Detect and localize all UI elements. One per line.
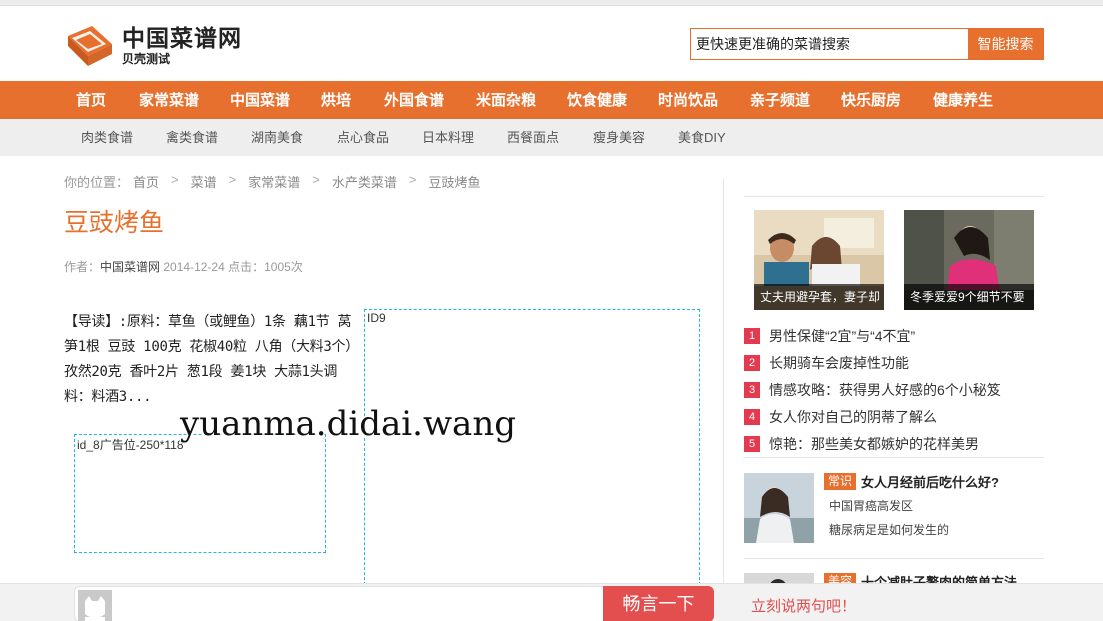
breadcrumb-home[interactable]: 首页 bbox=[133, 172, 159, 191]
search-box: 智能搜索 bbox=[690, 28, 1044, 60]
category-tag: 美容 bbox=[824, 573, 857, 583]
card-link[interactable]: 中国胃癌高发区 bbox=[829, 497, 913, 514]
page: 中国菜谱网 贝壳测试 智能搜索 首页 家常菜谱 中国菜谱 烘培 外国食谱 米面杂… bbox=[0, 0, 1103, 621]
breadcrumb: 你的位置： 首页 > 菜谱 > 家常菜谱 > 水产类菜谱 > 豆豉烤鱼 bbox=[64, 172, 480, 191]
author-name: 中国菜谱网 bbox=[100, 260, 161, 274]
rank-title: 男性保健“2宜”与“4不宜” bbox=[769, 327, 916, 344]
article-thumbnail[interactable] bbox=[744, 473, 814, 543]
chevron-right-icon: > bbox=[312, 172, 320, 187]
category-tag: 常识 bbox=[824, 473, 857, 490]
chevron-right-icon: > bbox=[228, 172, 237, 187]
breadcrumb-current[interactable]: 豆豉烤鱼 bbox=[428, 172, 480, 191]
nav-item-wellness[interactable]: 健康养生 bbox=[933, 81, 993, 119]
sidebar-divider bbox=[744, 457, 1044, 458]
comment-submit-button[interactable]: 畅言一下 bbox=[603, 586, 714, 621]
watermark: yuanma.didai.wang bbox=[180, 404, 516, 444]
rank-title: 情感攻略：获得男人好感的6个小秘笈 bbox=[769, 381, 1001, 398]
comment-prompt-link[interactable]: 立刻说两句吧！ bbox=[751, 595, 856, 616]
subnav-item-diy[interactable]: 美食DIY bbox=[678, 119, 726, 156]
card-title[interactable]: 女人月经前后吃什么好? bbox=[861, 472, 999, 491]
article-title: 豆豉烤鱼 bbox=[64, 209, 165, 237]
list-item[interactable]: 2 长期骑车会废掉性功能 bbox=[744, 349, 1044, 376]
ad-slot-left[interactable]: id_8广告位-250*118 bbox=[74, 434, 326, 553]
featured-caption-1: 丈夫用避孕套，妻子却 bbox=[754, 284, 884, 310]
card-title[interactable]: 十个减肚子赘肉的简单方法 bbox=[861, 573, 1017, 583]
clicks-count: 1005次 bbox=[264, 260, 303, 274]
subnav-item-hunan[interactable]: 湖南美食 bbox=[251, 119, 303, 156]
subnav-item-japanese[interactable]: 日本料理 bbox=[422, 119, 474, 156]
rank-title: 惊艳：那些美女都嫉妒的花样美男 bbox=[769, 435, 979, 452]
list-item[interactable]: 1 男性保健“2宜”与“4不宜” bbox=[744, 322, 1044, 349]
sidebar-divider bbox=[744, 558, 1044, 559]
ad-slot-right[interactable]: ID9 bbox=[364, 309, 700, 585]
featured-article-2[interactable]: 冬季爱爱9个细节不要 bbox=[904, 210, 1034, 310]
nav-item-grains[interactable]: 米面杂粮 bbox=[476, 81, 536, 119]
rank-title: 长期骑车会废掉性功能 bbox=[769, 354, 909, 371]
nav-item-parenting[interactable]: 亲子频道 bbox=[750, 81, 810, 119]
article-intro: 【导读】:原料：草鱼（或鲤鱼）1条 藕1节 莴笋1根 豆豉 100克 花椒40粒… bbox=[64, 314, 352, 405]
breadcrumb-recipes[interactable]: 菜谱 bbox=[191, 172, 217, 191]
nav-item-foreign-recipes[interactable]: 外国食谱 bbox=[384, 81, 444, 119]
list-item[interactable]: 4 女人你对自己的阴蒂了解么 bbox=[744, 403, 1044, 430]
subnav-item-meat[interactable]: 肉类食谱 bbox=[81, 119, 133, 156]
rank-title: 女人你对自己的阴蒂了解么 bbox=[769, 408, 937, 425]
avatar bbox=[78, 590, 112, 621]
featured-caption-2: 冬季爱爱9个细节不要 bbox=[904, 284, 1034, 310]
logo-title: 中国菜谱网 bbox=[122, 25, 242, 51]
ranking-list: 1 男性保健“2宜”与“4不宜” 2 长期骑车会废掉性功能 3 情感攻略：获得男… bbox=[744, 322, 1044, 457]
nav-item-chinese-recipes[interactable]: 中国菜谱 bbox=[230, 81, 290, 119]
logo-book-icon bbox=[64, 22, 118, 70]
nav-item-diet-health[interactable]: 饮食健康 bbox=[567, 81, 627, 119]
ad-slot-left-label: id_8广告位-250*118 bbox=[77, 438, 184, 452]
rank-badge: 5 bbox=[744, 435, 760, 452]
featured-article-1[interactable]: 丈夫用避孕套，妻子却 bbox=[754, 210, 884, 310]
rank-badge: 3 bbox=[744, 381, 760, 398]
comment-bar: 畅言一下 立刻说两句吧！ bbox=[0, 583, 1103, 621]
sub-nav: 肉类食谱 禽类食谱 湖南美食 点心食品 日本料理 西餐面点 瘦身美容 美食DIY bbox=[0, 119, 1103, 156]
nav-item-home[interactable]: 首页 bbox=[76, 81, 106, 119]
subnav-item-western[interactable]: 西餐面点 bbox=[507, 119, 559, 156]
site-logo[interactable]: 中国菜谱网 贝壳测试 bbox=[64, 20, 264, 72]
rank-badge: 1 bbox=[744, 327, 760, 344]
subnav-item-poultry[interactable]: 禽类食谱 bbox=[166, 119, 218, 156]
nav-item-drinks[interactable]: 时尚饮品 bbox=[658, 81, 718, 119]
breadcrumb-home-recipes[interactable]: 家常菜谱 bbox=[248, 172, 300, 191]
nav-item-baking[interactable]: 烘培 bbox=[321, 81, 351, 119]
publish-date: 2014-12-24 bbox=[163, 260, 225, 274]
sidebar-divider bbox=[744, 196, 1044, 197]
comment-input[interactable] bbox=[74, 586, 606, 621]
header: 中国菜谱网 贝壳测试 智能搜索 bbox=[0, 6, 1103, 81]
clicks-label: 点击： bbox=[228, 260, 265, 274]
chevron-right-icon: > bbox=[171, 172, 179, 187]
subnav-item-slimming[interactable]: 瘦身美容 bbox=[593, 119, 645, 156]
main-nav: 首页 家常菜谱 中国菜谱 烘培 外国食谱 米面杂粮 饮食健康 时尚饮品 亲子频道… bbox=[0, 81, 1103, 119]
breadcrumb-prefix: 你的位置： bbox=[64, 175, 130, 190]
search-button[interactable]: 智能搜索 bbox=[968, 29, 1043, 59]
rank-badge: 4 bbox=[744, 408, 760, 425]
nav-item-home-recipes[interactable]: 家常菜谱 bbox=[139, 81, 199, 119]
breadcrumb-seafood-recipes[interactable]: 水产类菜谱 bbox=[332, 172, 397, 191]
article-meta: 作者：中国菜谱网 2014-12-24 点击：1005次 bbox=[64, 258, 303, 275]
rank-badge: 2 bbox=[744, 354, 760, 371]
list-item[interactable]: 3 情感攻略：获得男人好感的6个小秘笈 bbox=[744, 376, 1044, 403]
tip-card-2: 美容 十个减肚子赘肉的简单方法 bbox=[744, 573, 1044, 583]
author-label: 作者： bbox=[64, 260, 101, 274]
tip-card-1: 常识 女人月经前后吃什么好? 中国胃癌高发区 糖尿病足是如何发生的 bbox=[744, 473, 1044, 545]
article-thumbnail[interactable] bbox=[744, 573, 814, 583]
logo-subtitle: 贝壳测试 bbox=[122, 52, 171, 66]
column-divider bbox=[723, 178, 724, 584]
ad-slot-right-label: ID9 bbox=[367, 311, 386, 325]
card-link[interactable]: 糖尿病足是如何发生的 bbox=[829, 521, 949, 538]
list-item[interactable]: 5 惊艳：那些美女都嫉妒的花样美男 bbox=[744, 430, 1044, 457]
nav-item-happy-kitchen[interactable]: 快乐厨房 bbox=[841, 81, 901, 119]
search-input[interactable] bbox=[691, 29, 968, 59]
subnav-item-dim-sum[interactable]: 点心食品 bbox=[337, 119, 389, 156]
chevron-right-icon: > bbox=[408, 172, 417, 187]
